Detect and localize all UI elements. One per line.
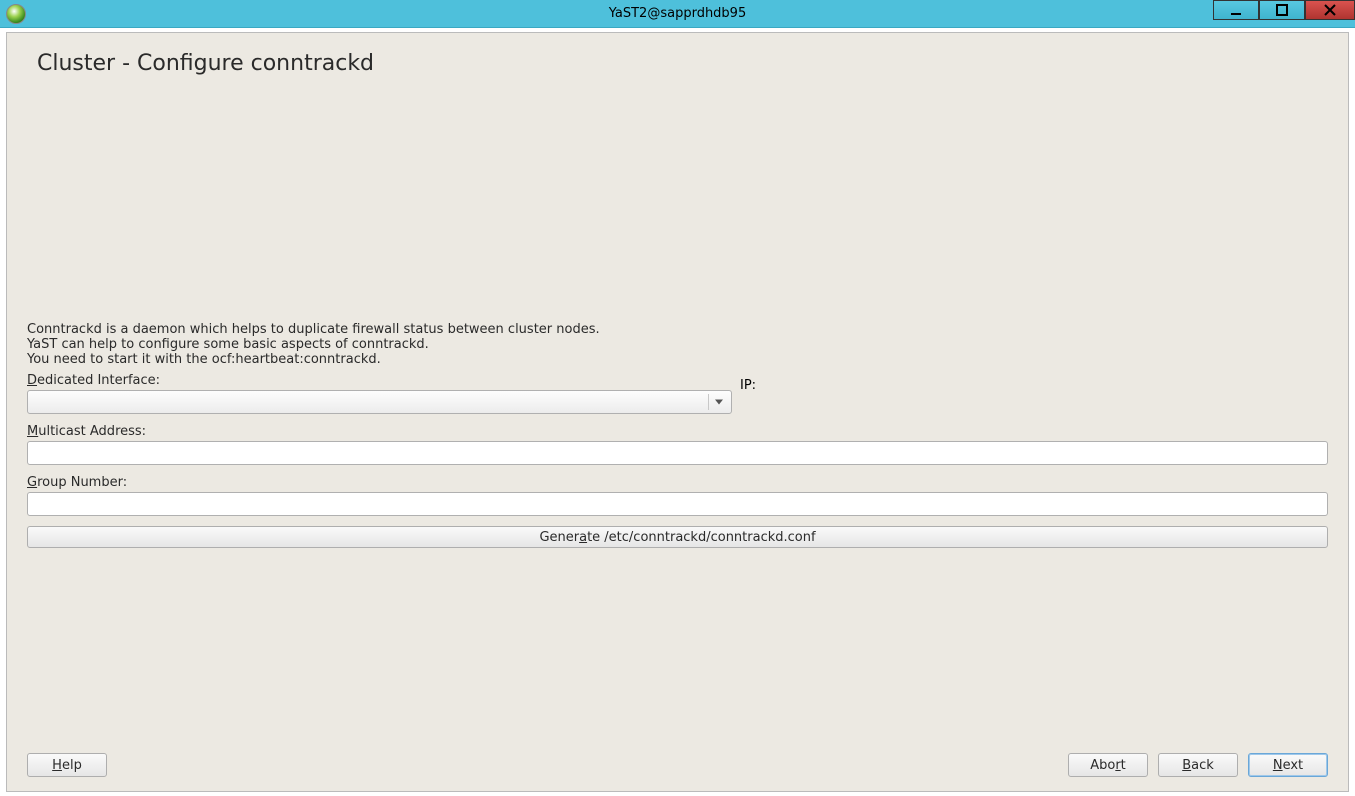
multicast-address-label: Multicast Address: — [27, 424, 1328, 439]
next-button[interactable]: Next — [1248, 753, 1328, 777]
window-title: YaST2@sapprdhdb95 — [0, 6, 1355, 21]
dedicated-interface-label: Dedicated Interface: — [27, 373, 1328, 388]
window-controls — [1213, 0, 1355, 27]
close-icon — [1324, 4, 1336, 16]
description-line: YaST can help to configure some basic as… — [27, 338, 600, 353]
close-button[interactable] — [1305, 0, 1355, 20]
content-area: Cluster - Configure conntrackd Conntrack… — [6, 32, 1349, 792]
chevron-down-icon — [715, 400, 723, 405]
bottom-bar: Help Abort Back Next — [27, 753, 1328, 777]
minimize-icon — [1230, 4, 1242, 16]
titlebar: YaST2@sapprdhdb95 — [0, 0, 1355, 28]
multicast-address-input[interactable] — [27, 441, 1328, 465]
dedicated-interface-combo[interactable] — [27, 390, 732, 414]
ip-label: IP: — [740, 378, 756, 393]
form: Dedicated Interface: IP: Multicast Addre… — [27, 373, 1328, 548]
dedicated-interface-row: IP: — [27, 390, 1328, 414]
maximize-button[interactable] — [1259, 0, 1305, 20]
generate-config-button[interactable]: Generate /etc/conntrackd/conntrackd.conf — [27, 526, 1328, 548]
description-line: Conntrackd is a daemon which helps to du… — [27, 323, 600, 338]
back-button[interactable]: Back — [1158, 753, 1238, 777]
page-title: Cluster - Configure conntrackd — [37, 51, 1328, 76]
description-text: Conntrackd is a daemon which helps to du… — [27, 323, 600, 368]
app-icon — [6, 4, 26, 24]
group-number-label: Group Number: — [27, 475, 1328, 490]
maximize-icon — [1276, 4, 1288, 16]
help-button[interactable]: Help — [27, 753, 107, 777]
group-number-input[interactable] — [27, 492, 1328, 516]
minimize-button[interactable] — [1213, 0, 1259, 20]
description-line: You need to start it with the ocf:heartb… — [27, 353, 600, 368]
abort-button[interactable]: Abort — [1068, 753, 1148, 777]
